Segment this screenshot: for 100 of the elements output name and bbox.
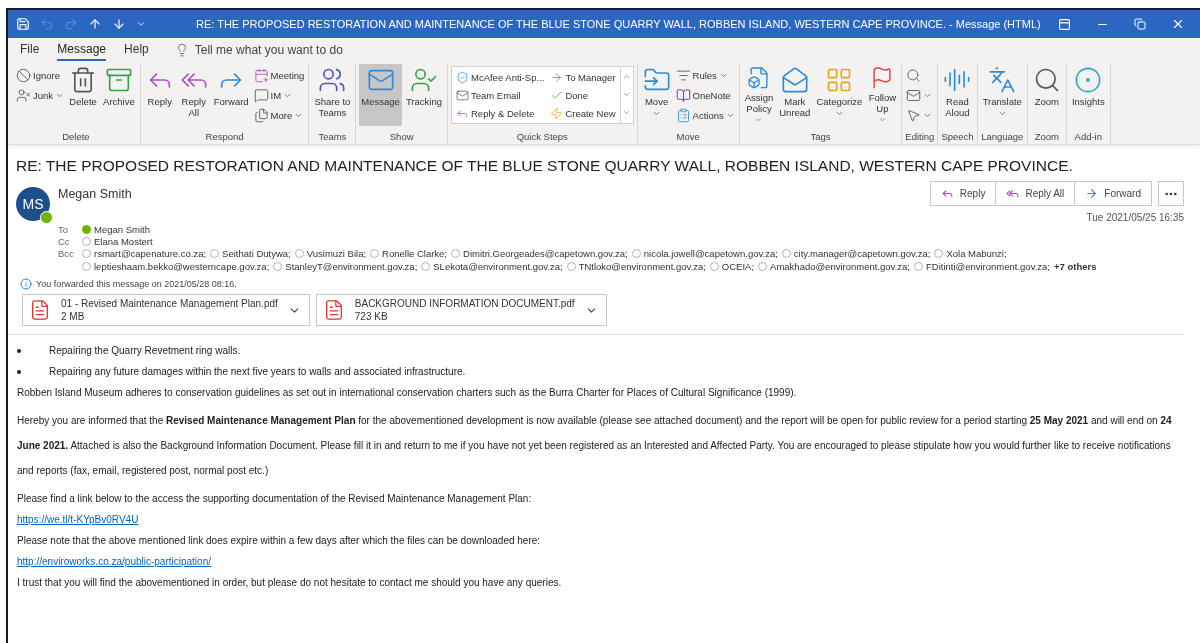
recipient-name[interactable]: Megan Smith [94,224,150,235]
paragraph: Please note that the above mentioned link does expire within a few days after which the files can be downloaded here: [17,535,542,546]
ribbon-button[interactable]: Assign Policy [742,64,776,126]
ribbon-button[interactable]: Ignore [15,66,66,84]
link[interactable]: http://enviroworks.co.za/public-participation/ [17,556,211,567]
ribbon-button[interactable]: Junk [15,86,66,104]
group-label: Language [980,131,1024,144]
list-item: Repairing the Quarry Revetment ring walls. [49,345,241,356]
sender-name[interactable]: Megan Smith [58,187,132,201]
ribbon-button[interactable]: Delete [67,64,100,126]
ribbon-button[interactable]: Rules [674,66,736,84]
recipient-label: Cc [58,236,71,247]
ribbon-button[interactable]: Meeting [252,66,306,84]
ribbon-button[interactable]: More [252,106,306,124]
attachment-name: 01 - Revised Maintenance Management Plan.pdf [61,298,278,309]
rules-icon [675,67,691,83]
recipient-name[interactable]: Amakhado@environment.gov.za; [770,261,910,272]
group-label: Quick Steps [515,131,569,144]
recipient-name[interactable]: Xola Mabunzi; [946,248,1007,259]
customize-caret-icon[interactable] [136,19,146,29]
insights-icon [1074,66,1103,94]
ribbon-button[interactable]: Actions [674,106,736,124]
recipient-name[interactable]: Vusimuzi Bila; [306,248,367,259]
arrow-down-icon[interactable] [112,17,126,31]
group-label: Respond [204,131,245,144]
ribbon-button[interactable]: Tracking [403,64,444,126]
menu-tab[interactable]: Help [124,39,149,61]
ribbon-button[interactable]: Archive [101,64,137,126]
forward-notice: You forwarded this message on 2021/05/28 08:16. [36,279,237,289]
info-icon [20,278,32,290]
tell-me-field[interactable]: Tell me what you want to do [194,43,343,57]
recipient-name[interactable]: FDitinti@environment.gov.za; [925,261,1050,272]
save-icon[interactable] [16,17,30,31]
lightning-icon [550,106,564,120]
ribbon-button[interactable]: Reply [143,64,176,126]
group-label: Tags [809,131,832,144]
envelope-icon [456,88,469,102]
attachment[interactable]: BACKGROUND INFORMATION DOCUMENT.pdf 723 KB [315,294,607,326]
ribbon-button[interactable]: Share to Teams [312,64,353,126]
recipient-name[interactable]: Dimitri.Georgeades@capetown.gov.za; [463,248,628,259]
window-title: RE: THE PROPOSED RESTORATION AND MAINTENANCE OF THE BLUE STONE QUARRY WALL, ROBBEN ISLAND, WESTERN CAPE PROVINCE. - Message (HTML) [195,18,1041,30]
caret-icon [754,116,764,124]
recipient-name[interactable]: TNtloko@environment.gov.za; [578,261,706,272]
link[interactable]: https://we.tl/t-KYpBv0RV4U [17,514,139,525]
ribbon-button[interactable]: Translate [980,64,1024,126]
bullet-icon [17,348,21,353]
shield-icon [456,70,469,84]
recipient-name[interactable]: Seithati Dutywa; [222,248,291,259]
ribbon-button[interactable]: OneNote [674,86,736,104]
attachment[interactable]: 01 - Revised Maintenance Management Plan.pdf 2 MB [22,294,310,326]
recipient-name[interactable]: city.manager@capetown.gov.za; [793,248,931,259]
group-label: Editing [905,131,935,144]
quick-step[interactable]: Reply & Delete [455,104,546,122]
ribbon-button[interactable]: Forward [211,64,251,126]
group-label: Speech [941,131,974,144]
recipient-name[interactable]: Ronelle Clarke; [382,248,447,259]
recipient-name[interactable]: SLekota@environment.gov.za; [433,261,563,272]
attachment-size: 2 MB [61,311,86,322]
envelope-icon [780,66,809,94]
ribbon-button[interactable]: Categorize [814,64,865,126]
paragraph: Hereby you are informed that the Revised Maintenance Management Plan for the abovementioned development is now available (please see attached document) and the report will be open for public review for a period starting 25 May 2021 and will end on 24 June 2021. Attached is also the Background Information Document. Please fill it in and return to me if you have not yet been registered as an Interested and Affected Party. You are encouraged to please stipulate how you would further like to receive notifications and reports (fax, email, registered post, normal post etc.) [17,414,1173,478]
pdf-file-icon [29,299,51,321]
ribbon-button[interactable]: Mark Unread [777,64,813,126]
ribbon-button[interactable]: Insights [1069,64,1107,126]
more-recipients-link[interactable]: +7 others [1054,261,1097,272]
documents-icon [253,107,269,123]
quick-step[interactable]: To Manager [549,68,617,86]
paragraph: Robben Island Museum adheres to conservation guidelines as set out in international conservation charters such as the Burra Charter for Places of Cultural Significance (1999). [17,387,798,398]
reply-icon [940,187,954,200]
group-label: Show [388,131,415,144]
group-label: Add-in [1073,131,1103,144]
quick-step[interactable]: McAfee Anti-Sp... [455,68,546,86]
arrow-right-icon [550,70,564,84]
calendar-icon [253,67,269,83]
ribbon-button[interactable]: Move [640,64,673,126]
ribbon-button[interactable]: Follow Up [866,64,899,126]
ribbon-button[interactable]: IM [252,86,306,104]
ribbon-button[interactable]: Message [359,64,402,126]
paragraph: Please find a link below to the access the supporting documentation of the Revised Maintenance Management Plan: [17,493,533,504]
ribbon-button[interactable]: Read Aloud [941,64,974,126]
list-item: Repairing any future damages within the next five years to walls and associated infrastructure. [49,366,466,377]
recipient-name[interactable]: nicola.jowell@capetown.gov.za; [643,248,778,259]
quick-step[interactable]: Done [549,86,617,104]
recipient-label: To [58,224,70,235]
group-label: Teams [317,131,348,144]
recipient-name[interactable]: Elana Mostert [94,236,153,247]
recipient-name[interactable]: StanleyT@environment.gov.za; [285,261,418,272]
more-actions-button[interactable] [1158,181,1184,206]
message-date: Tue 2021/05/25 16:35 [1086,212,1184,223]
ribbon-button[interactable]: Reply All [177,64,210,126]
recipient-name[interactable]: OCEIA; [721,261,755,272]
ribbon-button[interactable]: Zoom [1030,64,1063,126]
quick-step[interactable]: Team Email [455,86,546,104]
recipient-name[interactable]: rsmart@capenature.co.za; [94,248,207,259]
recipient-name[interactable]: leptieshaam.bekko@westerncape.gov.za; [94,261,270,272]
group-label: Move [675,131,701,144]
menu-tab[interactable]: File [20,39,40,61]
avatar-initials: MS [22,196,44,212]
search-icon [906,67,922,83]
quick-step[interactable]: Create New [549,104,617,122]
